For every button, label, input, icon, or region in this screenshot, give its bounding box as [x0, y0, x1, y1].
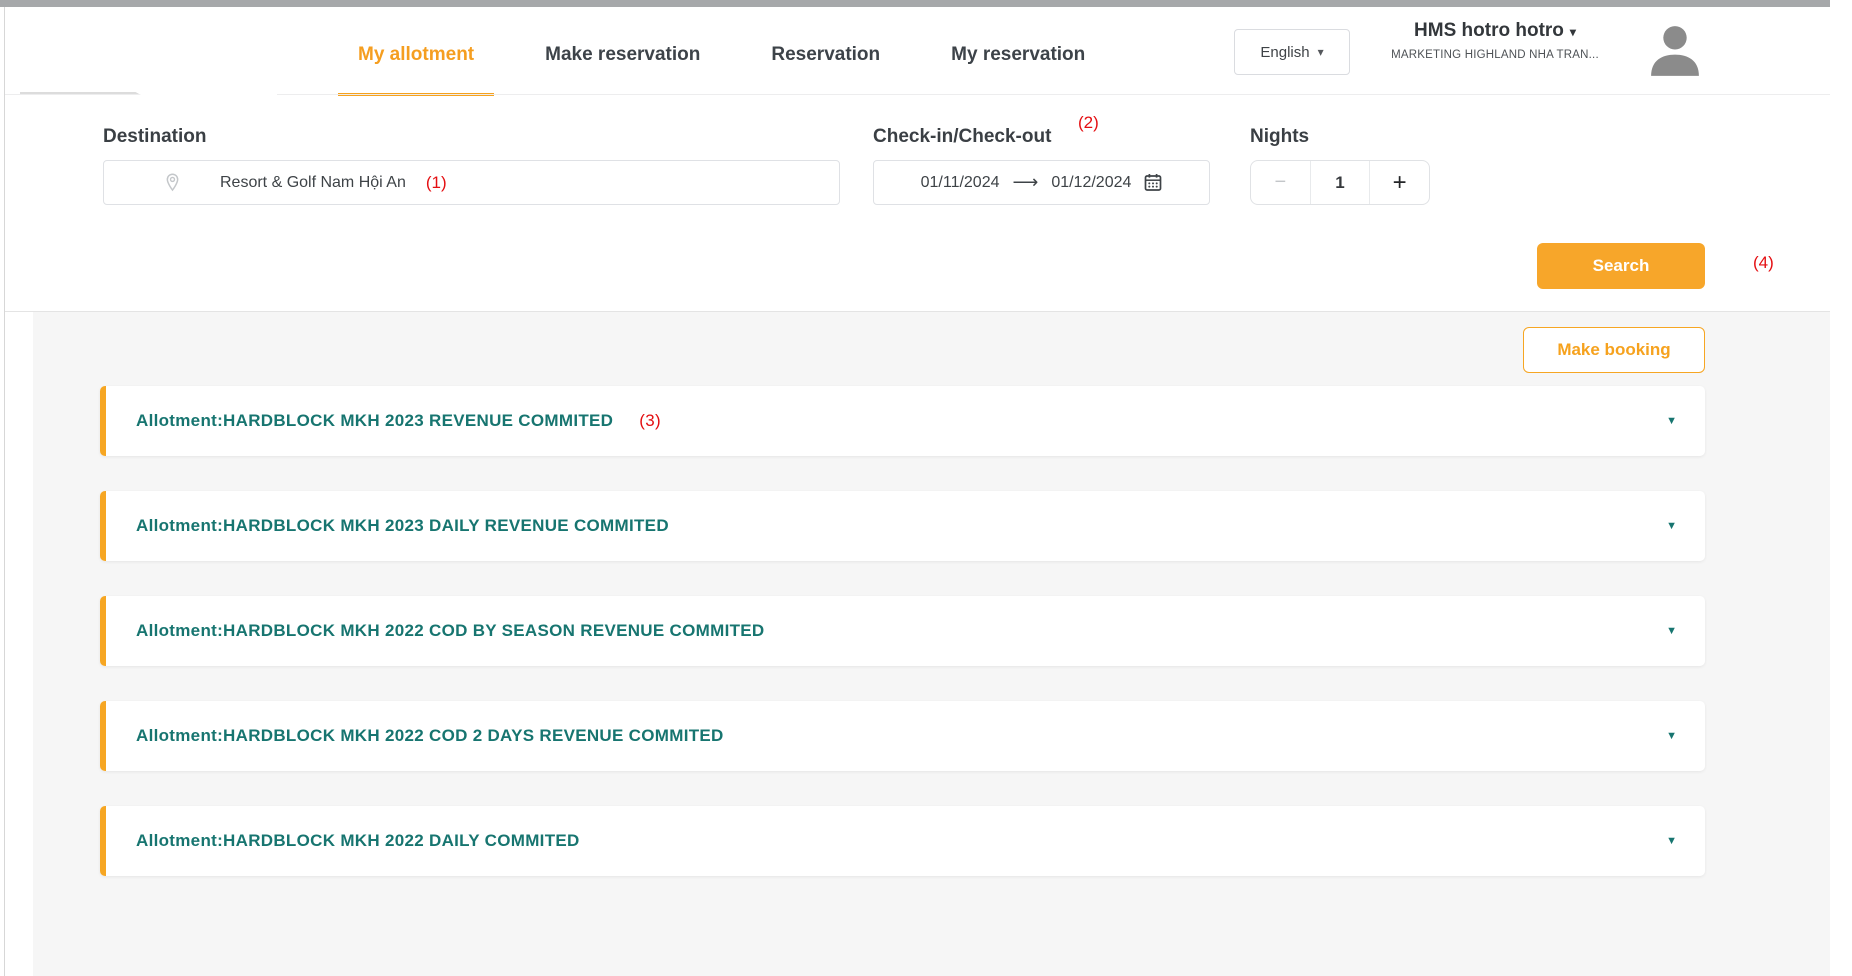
tab-make-reservation[interactable]: Make reservation [525, 14, 720, 95]
checkin-date: 01/11/2024 [921, 174, 1000, 192]
chevron-down-icon: ▾ [1318, 46, 1324, 58]
tab-label: Make reservation [545, 44, 700, 65]
user-menu[interactable]: HMS hotro hotro▾ MARKETING HIGHLAND NHA … [1355, 20, 1635, 61]
destination-label: Destination [103, 126, 206, 148]
expand-caret-icon[interactable]: ▼ [1666, 491, 1677, 561]
calendar-icon[interactable] [1144, 173, 1162, 192]
header-border-left-segment [20, 92, 148, 94]
allotment-title: Allotment:HARDBLOCK MKH 2022 COD 2 DAYS … [136, 701, 724, 771]
annotation-3: (3) [639, 411, 661, 431]
allotment-row[interactable]: Allotment:HARDBLOCK MKH 2022 COD BY SEAS… [100, 596, 1705, 666]
row-accent-bar [100, 701, 106, 771]
location-pin-icon [164, 173, 181, 193]
chevron-down-icon: ▾ [1570, 25, 1576, 39]
tab-reservation[interactable]: Reservation [751, 14, 900, 95]
language-selector[interactable]: English ▾ [1234, 29, 1350, 75]
row-accent-bar [100, 806, 106, 876]
checkout-date: 01/12/2024 [1051, 174, 1131, 192]
annotation-4: (4) [1753, 253, 1774, 273]
search-button[interactable]: Search [1537, 243, 1705, 289]
destination-input[interactable]: Resort & Golf Nam Hội An (1) [103, 160, 840, 205]
main-nav: My allotment Make reservation Reservatio… [338, 14, 1105, 95]
minus-button[interactable]: − [1251, 161, 1311, 204]
allotment-row[interactable]: Allotment:HARDBLOCK MKH 2022 COD 2 DAYS … [100, 701, 1705, 771]
user-organization: MARKETING HIGHLAND NHA TRAN... [1355, 49, 1635, 61]
allotment-row[interactable]: Allotment:HARDBLOCK MKH 2022 DAILY COMMI… [100, 806, 1705, 876]
annotation-2: (2) [1078, 113, 1099, 133]
tab-label: My allotment [358, 44, 474, 65]
language-label: English [1260, 44, 1309, 61]
window-top-edge [0, 0, 1830, 7]
annotation-1: (1) [426, 173, 447, 193]
person-icon [1643, 20, 1707, 81]
expand-caret-icon[interactable]: ▼ [1666, 386, 1677, 456]
header-tab-notch [132, 90, 277, 100]
expand-caret-icon[interactable]: ▼ [1666, 701, 1677, 771]
tab-my-allotment[interactable]: My allotment [338, 14, 494, 95]
nights-label: Nights [1250, 126, 1309, 148]
allotment-title: Allotment:HARDBLOCK MKH 2022 DAILY COMMI… [136, 806, 580, 876]
app-window: My allotment Make reservation Reservatio… [0, 0, 1852, 976]
allotment-row[interactable]: Allotment:HARDBLOCK MKH 2023 REVENUE COM… [100, 386, 1705, 456]
nights-value: 1 [1311, 161, 1370, 204]
expand-caret-icon[interactable]: ▼ [1666, 806, 1677, 876]
header: My allotment Make reservation Reservatio… [5, 7, 1830, 88]
arrow-right-icon: ⟶ [1013, 172, 1039, 193]
nights-stepper: − 1 + [1250, 160, 1430, 205]
allotment-row[interactable]: Allotment:HARDBLOCK MKH 2023 DAILY REVEN… [100, 491, 1705, 561]
avatar[interactable] [1643, 20, 1707, 81]
allotment-title: Allotment:HARDBLOCK MKH 2023 REVENUE COM… [136, 386, 661, 456]
tab-label: Reservation [771, 44, 880, 65]
window-left-border [4, 7, 5, 976]
make-booking-button[interactable]: Make booking [1523, 327, 1705, 373]
tab-my-reservation[interactable]: My reservation [931, 14, 1105, 95]
row-accent-bar [100, 491, 106, 561]
row-accent-bar [100, 386, 106, 456]
plus-button[interactable]: + [1369, 161, 1429, 204]
destination-value: Resort & Golf Nam Hội An [220, 174, 406, 192]
dates-label: Check-in/Check-out [873, 126, 1051, 148]
allotment-title: Allotment:HARDBLOCK MKH 2023 DAILY REVEN… [136, 491, 669, 561]
header-bottom-border [5, 94, 1830, 95]
tab-label: My reservation [951, 44, 1085, 65]
allotment-title: Allotment:HARDBLOCK MKH 2022 COD BY SEAS… [136, 596, 765, 666]
row-accent-bar [100, 596, 106, 666]
expand-caret-icon[interactable]: ▼ [1666, 596, 1677, 666]
user-name: HMS hotro hotro▾ [1355, 20, 1635, 42]
date-range-input[interactable]: 01/11/2024 ⟶ 01/12/2024 [873, 160, 1210, 205]
